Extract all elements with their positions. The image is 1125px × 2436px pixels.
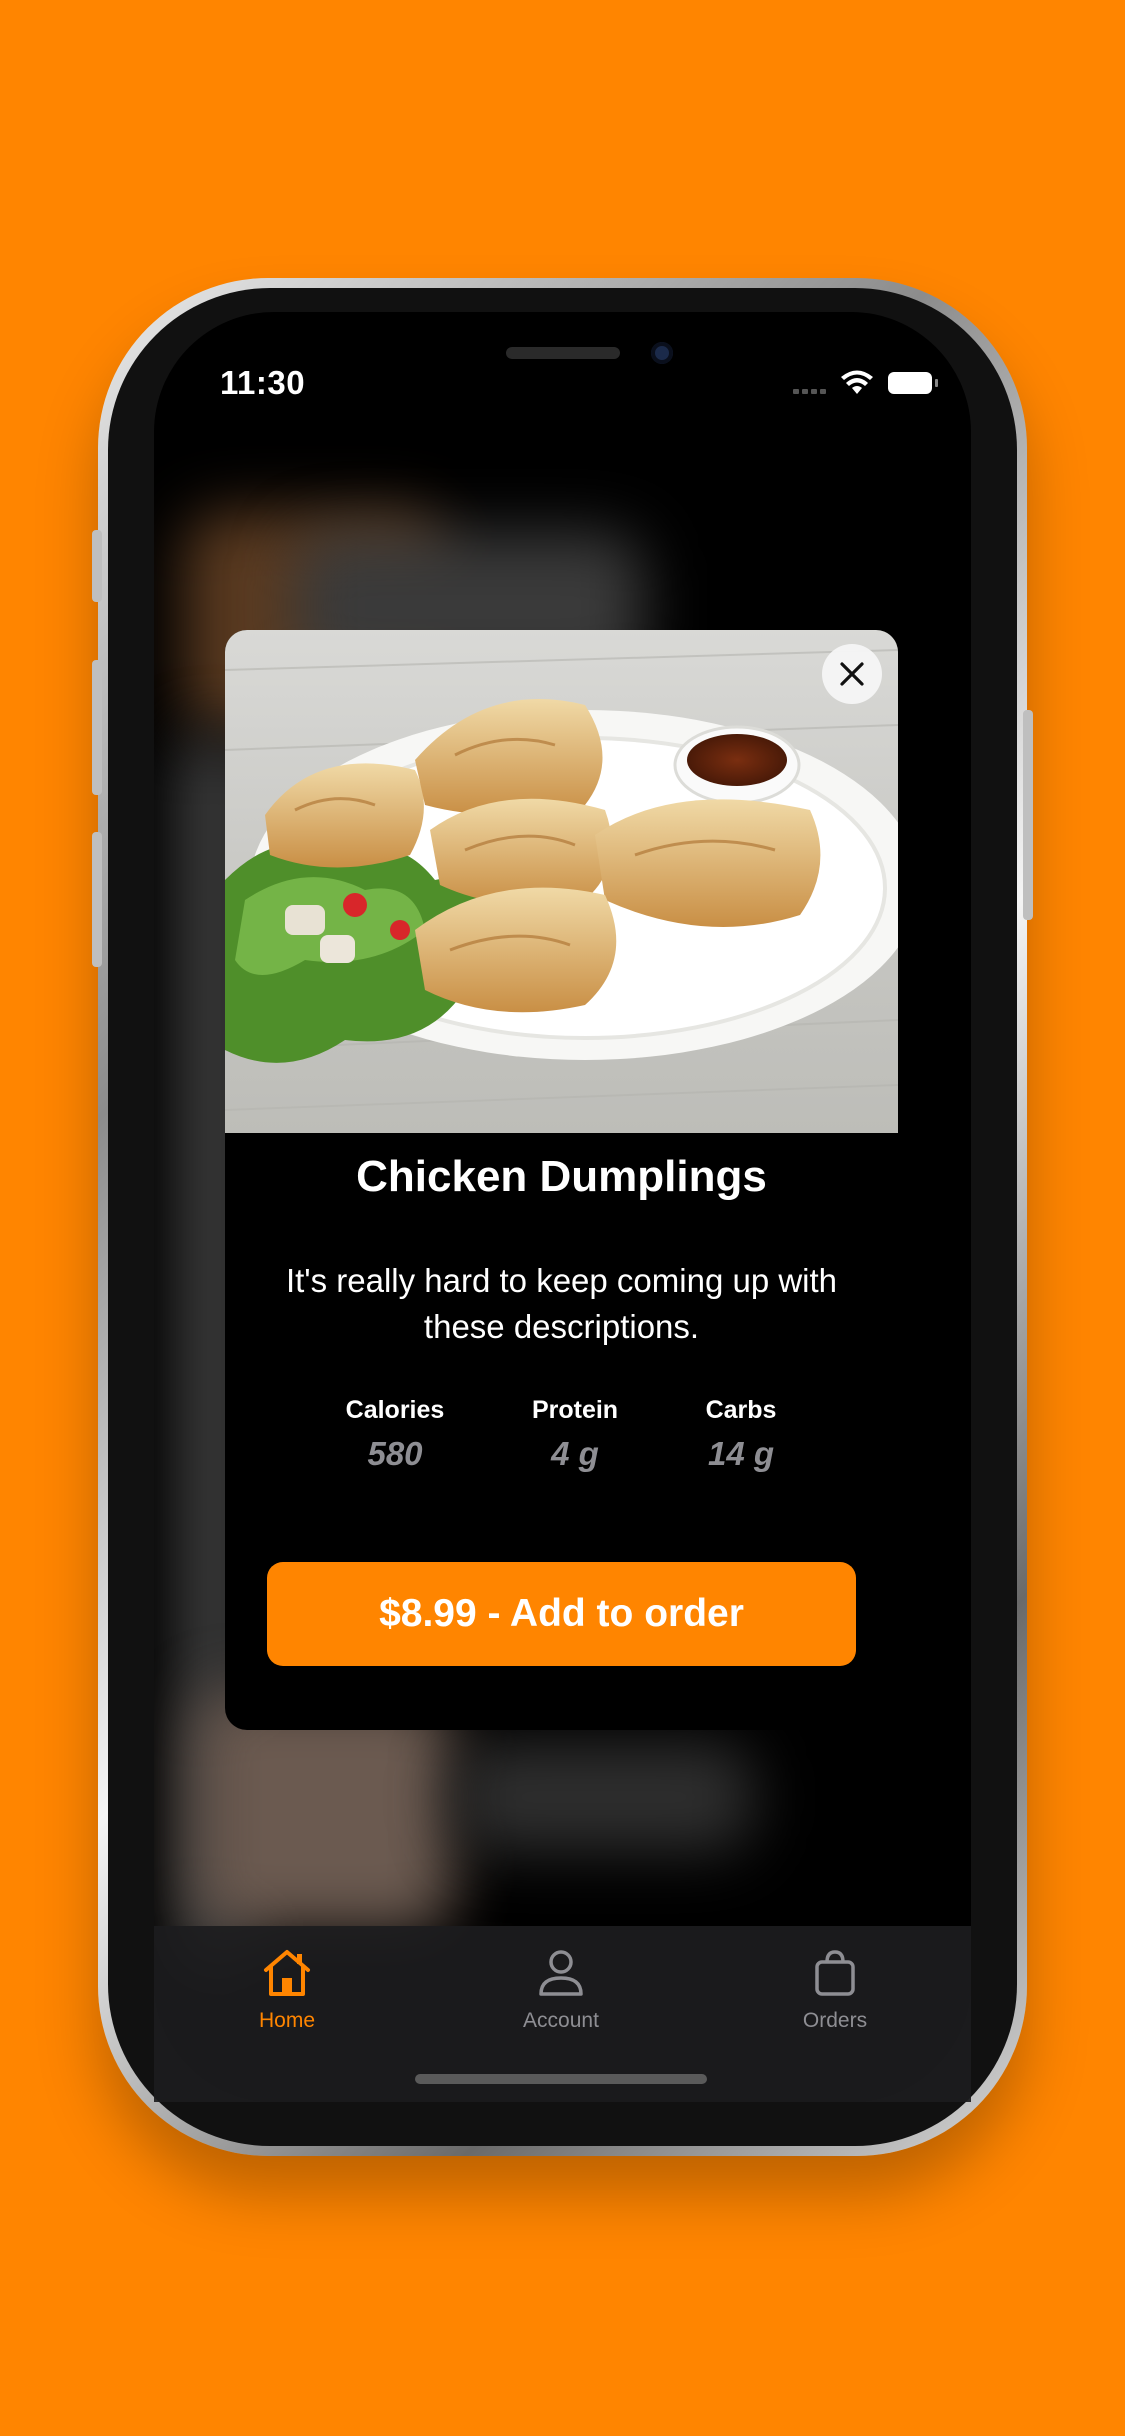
- add-to-order-button[interactable]: $8.99 - Add to order: [267, 1562, 856, 1666]
- tab-label: Home: [258, 2009, 316, 2032]
- status-icons: [793, 370, 938, 396]
- tab-label: Orders: [802, 2009, 868, 2032]
- dish-title: Chicken Dumplings: [356, 1152, 767, 1201]
- dish-description: It's really hard to keep coming up with …: [285, 1262, 838, 1345]
- cellular-signal-icon: [793, 372, 826, 394]
- nutrition-value: 580: [367, 1435, 423, 1472]
- home-icon: [264, 1950, 310, 1996]
- dish-photo: [225, 630, 898, 1133]
- close-icon: [840, 662, 864, 686]
- person-icon: [539, 1950, 583, 1996]
- tab-orders[interactable]: Orders: [735, 1948, 935, 2033]
- mute-switch: [92, 530, 102, 602]
- earpiece-speaker: [506, 347, 620, 359]
- wifi-icon: [841, 370, 873, 394]
- nutrition-calories: Calories 580: [295, 1396, 495, 1473]
- volume-up-button: [92, 660, 102, 795]
- tab-home[interactable]: Home: [187, 1948, 387, 2033]
- volume-down-button: [92, 832, 102, 967]
- power-button: [1023, 710, 1033, 920]
- tab-label: Account: [523, 2009, 599, 2032]
- nutrition-label: Calories: [345, 1396, 445, 1424]
- nutrition-carbs: Carbs 14 g: [641, 1396, 841, 1473]
- battery-icon: [888, 372, 938, 394]
- nutrition-value: 14 g: [707, 1435, 775, 1472]
- home-indicator[interactable]: [415, 2074, 707, 2084]
- blurred-background-content: [454, 1742, 754, 1852]
- front-camera: [651, 342, 673, 364]
- status-time: 11:30: [220, 364, 306, 401]
- bag-icon: [815, 1950, 855, 1996]
- item-detail-modal: Chicken Dumplings It's really hard to ke…: [225, 630, 898, 1730]
- close-button[interactable]: [822, 644, 882, 704]
- dumplings-illustration: [225, 649, 898, 1111]
- tab-account[interactable]: Account: [461, 1948, 661, 2033]
- nutrition-label: Carbs: [705, 1396, 777, 1424]
